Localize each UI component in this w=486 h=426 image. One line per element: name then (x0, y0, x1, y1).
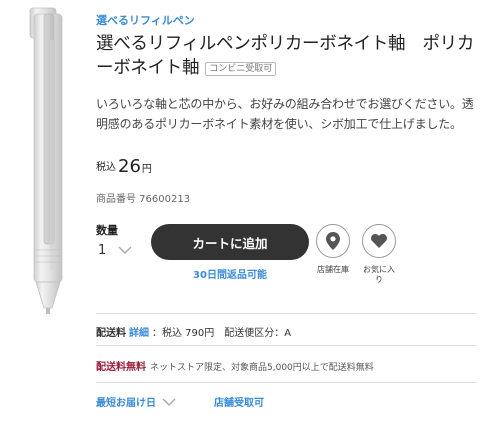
product-code: 商品番号 76600213 (96, 194, 191, 205)
chevron-down-icon (162, 398, 176, 406)
price-unit: 円 (141, 164, 152, 175)
favorite-label: お気に入り (363, 265, 395, 284)
product-title: 選べるリフィルペンポリカーボネイト軸 ポリカーボネイト軸 コンビニ受取可 (96, 32, 476, 80)
free-shipping-note: ネットストア限定、対象商品5,000円以上で配送料無料 (150, 363, 374, 373)
store-pickup-link[interactable]: 店舗受取可 (214, 394, 264, 409)
product-description: いろいろな軸と芯の中から、お好みの組み合わせでお選びください。透明感のあるポリカ… (96, 97, 474, 131)
heart-icon (371, 234, 387, 248)
earliest-delivery-toggle[interactable]: 最短お届け日 (96, 394, 176, 409)
shipping-detail-link[interactable]: 詳細 (129, 328, 149, 339)
category-link[interactable]: 選べるリフィルペン (96, 12, 195, 28)
divider (96, 345, 476, 346)
divider (96, 313, 476, 314)
convenience-pickup-badge: コンビニ受取可 (205, 62, 277, 76)
quantity-value: 1 (98, 242, 107, 258)
earliest-delivery-label: 最短お届け日 (96, 398, 156, 409)
price-value: 26 (118, 156, 141, 177)
chevron-down-icon (118, 246, 132, 254)
shipping-fee-row: 配送料 詳細 ：税込 790円 配送便区分：A (96, 324, 291, 339)
map-pin-icon (326, 232, 340, 250)
favorite-button[interactable] (362, 224, 396, 258)
add-to-cart-label: カートに追加 (192, 235, 268, 251)
product-title-text: 選べるリフィルペンポリカーボネイト軸 ポリカーボネイト軸 (96, 34, 475, 78)
divider (96, 382, 476, 383)
free-shipping-row: 配送料無料 ネットストア限定、対象商品5,000円以上で配送料無料 (96, 358, 374, 373)
quantity-label: 数量 (96, 224, 118, 237)
shipping-fee-title: 配送料 (96, 328, 126, 339)
free-shipping-title: 配送料無料 (96, 362, 146, 373)
shipping-fee-detail: ：税込 790円 配送便区分：A (152, 328, 292, 339)
store-stock-label: 店舗在庫 (317, 265, 349, 274)
store-stock-button[interactable] (316, 224, 350, 258)
tax-label: 税込 (96, 162, 116, 173)
delivery-options-row: 最短お届け日 店舗受取可 (96, 394, 264, 409)
add-to-cart-button[interactable]: カートに追加 (151, 224, 309, 260)
price: 税込 26円 (96, 156, 152, 177)
product-image (29, 7, 63, 314)
quantity-select[interactable]: 1 (96, 239, 138, 261)
return-policy-note: 30日間返品可能 (193, 270, 267, 281)
